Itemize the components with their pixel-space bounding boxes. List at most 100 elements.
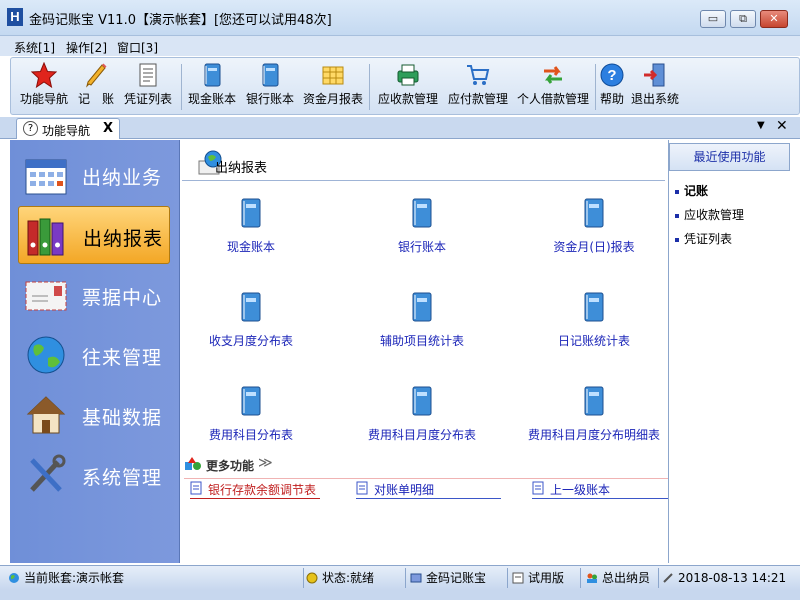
content-title: 出纳报表 — [215, 161, 268, 176]
link-bank-reconciliation[interactable]: 银行存款余额调节表 — [190, 480, 320, 498]
pencil-icon — [86, 63, 107, 88]
restore-button[interactable]: ⧉ — [730, 10, 756, 28]
globe-icon — [9, 573, 19, 583]
report-expense-subject-distribution[interactable]: 费用科目分布表 — [186, 386, 316, 443]
content-divider — [182, 180, 665, 181]
menu-bar: 系统[1] 操作[2] 窗口[3] — [0, 36, 800, 56]
book-icon — [241, 198, 261, 228]
nav-cashier-reports[interactable]: 出纳报表 — [18, 206, 170, 264]
status-account: 当前账套:演示帐套 — [8, 568, 124, 588]
recent-panel-title: 最近使用功能 — [669, 143, 790, 171]
recent-item-voucher-list[interactable]: 凭证列表 — [675, 230, 732, 247]
report-bank-book[interactable]: 银行账本 — [357, 198, 487, 255]
tool-function-nav[interactable]: 功能导航 — [15, 60, 73, 114]
globe-icon — [27, 336, 65, 374]
exchange-icon — [544, 66, 562, 84]
link-parent-ledger[interactable]: 上一级账本 — [532, 480, 677, 498]
exit-icon — [644, 63, 665, 87]
link-underline — [532, 498, 677, 499]
book-icon — [241, 386, 261, 416]
svg-text:?: ? — [607, 67, 616, 84]
tool-personal-loans[interactable]: 个人借款管理 — [513, 60, 593, 114]
report-expense-subject-monthly[interactable]: 费用科目月度分布表 — [357, 386, 487, 443]
window-title: 金码记账宝 V11.0【演示帐套】[您还可以试用48次] — [29, 13, 332, 28]
tool-voucher-list[interactable]: 凭证列表 — [119, 60, 177, 114]
status-edition: 试用版 — [512, 568, 564, 588]
tab-dropdown-button[interactable]: ▼ — [757, 120, 765, 131]
menu-window[interactable]: 窗口[3] — [117, 39, 158, 56]
envelope-icon — [25, 281, 67, 311]
main-content: 出纳报表 现金账本 银行账本 资金月(日)报表 收支月度分布表 辅助项目统计表 … — [180, 140, 689, 563]
grid-icon — [322, 66, 344, 85]
tool-bank-book[interactable]: 银行账本 — [243, 60, 297, 114]
star-icon — [31, 62, 57, 88]
users-icon — [587, 573, 597, 583]
close-button[interactable]: ✕ — [760, 10, 788, 28]
tab-function-nav[interactable]: ? 功能导航 X — [16, 118, 120, 139]
report-fund-monthly-daily[interactable]: 资金月(日)报表 — [529, 198, 659, 255]
link-statement-detail[interactable]: 对账单明细 — [356, 480, 501, 498]
tabstrip-close-button[interactable]: ✕ — [776, 118, 788, 134]
calendar-icon — [25, 159, 67, 195]
nav-basic-data[interactable]: 基础数据 — [18, 386, 170, 444]
book-icon — [412, 292, 432, 322]
recent-item-receivables[interactable]: 应收款管理 — [675, 206, 744, 223]
printer-icon — [397, 64, 419, 86]
report-expense-subject-monthly-detail[interactable]: 费用科目月度分布明细表 — [520, 386, 668, 443]
double-chevron-icon: ≫ — [258, 455, 273, 471]
recent-item-bookkeeping[interactable]: 记账 — [675, 182, 708, 199]
nav-contacts-management[interactable]: 往来管理 — [18, 326, 170, 384]
menu-system[interactable]: 系统[1] — [14, 39, 55, 56]
link-underline — [190, 498, 320, 499]
nav-cashier-business[interactable]: 出纳业务 — [18, 146, 170, 204]
status-user: 总出纳员 — [586, 568, 650, 588]
report-cash-book[interactable]: 现金账本 — [186, 198, 316, 255]
toolbar: 功能导航 记 账 凭证列表 现金账本 银行账本 资金月报表 应收款管理 应付款管… — [10, 57, 800, 115]
document-icon — [532, 481, 544, 495]
help-icon: ? — [600, 63, 624, 87]
minimize-button[interactable]: ▭ — [700, 10, 726, 28]
bullet-icon — [675, 189, 679, 194]
report-income-expense-distribution[interactable]: 收支月度分布表 — [186, 292, 316, 349]
tool-bookkeeping[interactable]: 记 账 — [75, 60, 117, 114]
question-icon: ? — [23, 121, 38, 136]
tool-help[interactable]: ? 帮助 — [597, 60, 627, 114]
report-auxiliary-stats[interactable]: 辅助项目统计表 — [357, 292, 487, 349]
book-icon — [262, 63, 279, 87]
bullet-icon — [675, 213, 679, 218]
menu-operation[interactable]: 操作[2] — [66, 39, 107, 56]
tools-icon — [30, 454, 66, 492]
tool-fund-monthly[interactable]: 资金月报表 — [301, 60, 365, 114]
book-icon — [584, 292, 604, 322]
report-journal-stats[interactable]: 日记账统计表 — [529, 292, 659, 349]
book-icon — [204, 63, 221, 87]
document-icon — [139, 63, 157, 87]
document-icon — [356, 481, 368, 495]
toolbar-separator — [595, 64, 596, 110]
more-functions[interactable]: 更多功能 ≫ — [184, 455, 668, 474]
tab-close-button[interactable]: X — [103, 121, 113, 136]
cart-icon — [467, 65, 490, 85]
app-logo-icon: H — [7, 8, 23, 26]
status-datetime: 2018-08-13 14:21 — [662, 568, 786, 588]
more-divider — [184, 478, 689, 479]
house-icon — [26, 396, 66, 434]
book-icon — [412, 386, 432, 416]
tool-exit[interactable]: 退出系统 — [629, 60, 681, 114]
status-product: 金码记账宝 — [410, 568, 486, 588]
title-bar: H 金码记账宝 V11.0【演示帐套】[您还可以试用48次] ▭ ⧉ ✕ — [0, 0, 800, 36]
nav-bill-center[interactable]: 票据中心 — [18, 266, 170, 324]
tool-payables[interactable]: 应付款管理 — [445, 60, 511, 114]
window-bottom-edge — [0, 590, 800, 600]
book-icon — [412, 198, 432, 228]
tool-receivables[interactable]: 应收款管理 — [375, 60, 441, 114]
link-underline — [356, 498, 501, 499]
edition-icon — [512, 572, 524, 584]
tool-cash-book[interactable]: 现金账本 — [185, 60, 239, 114]
toolbar-separator — [369, 64, 370, 110]
status-light-icon — [306, 572, 318, 584]
pen-icon — [663, 573, 673, 583]
nav-system-management[interactable]: 系统管理 — [18, 446, 170, 504]
status-bar: 当前账套:演示帐套 状态:就绪 金码记账宝 试用版 总出纳员 2018-08-1… — [0, 565, 800, 590]
book-icon — [584, 198, 604, 228]
